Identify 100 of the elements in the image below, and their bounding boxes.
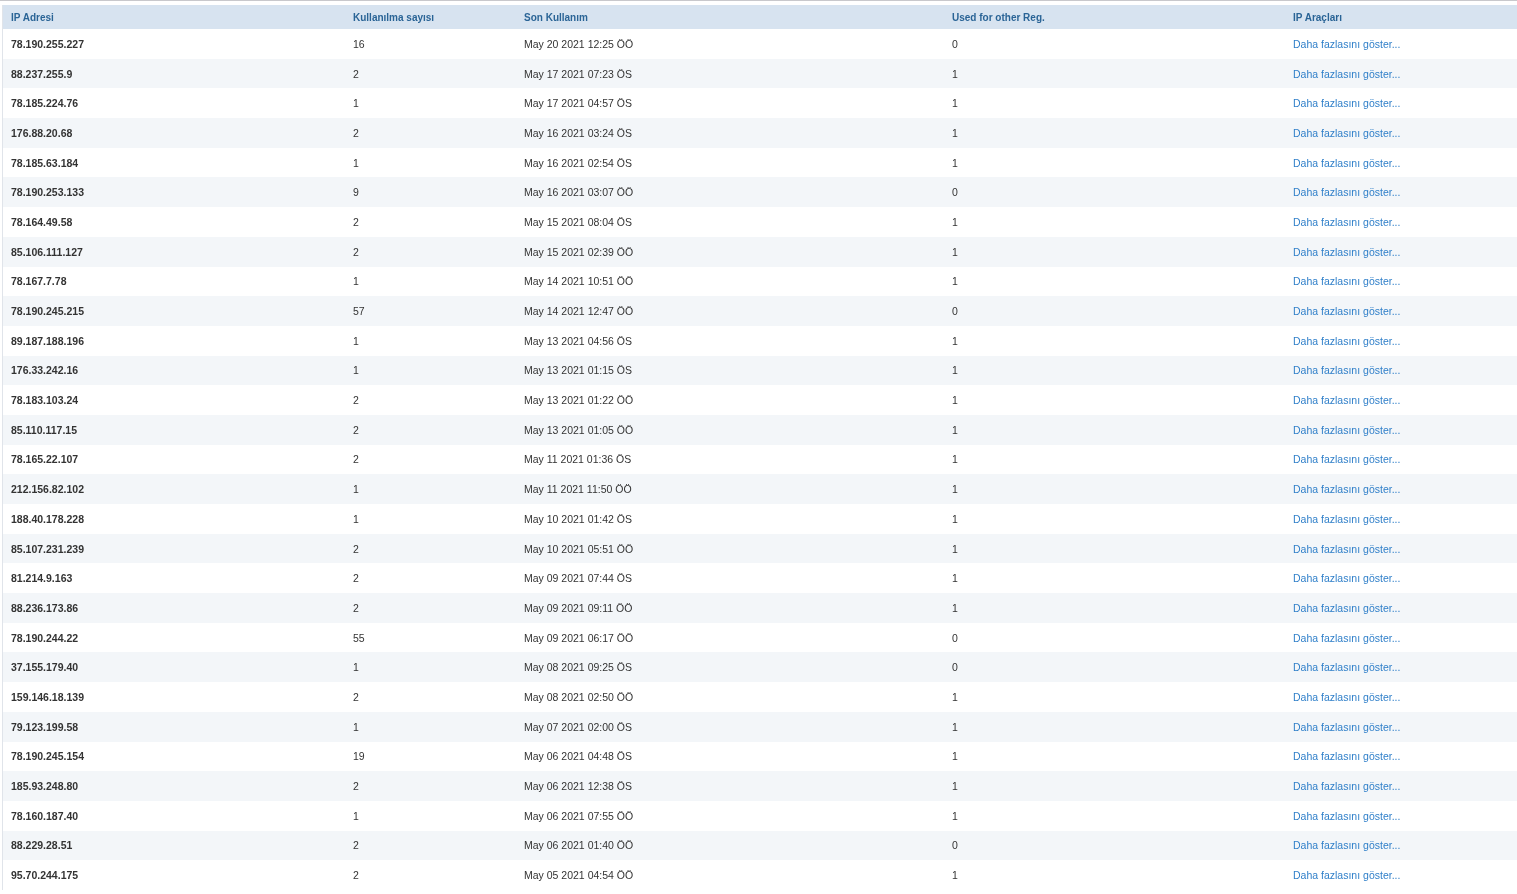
ip-address-cell-text: 78.190.253.133	[10, 186, 84, 199]
last-used-cell-text: May 09 2021 09:11 ÖÖ	[523, 601, 633, 614]
other-reg-cell-text: 0	[951, 661, 958, 674]
ip-address-cell-text: 81.214.9.163	[10, 572, 73, 585]
other-reg-cell-text: 1	[951, 780, 958, 793]
usage-count-cell-text: 1	[352, 512, 359, 525]
last-used-cell-text: May 06 2021 01:40 ÖÖ	[523, 839, 634, 852]
other-reg-cell-text: 1	[951, 97, 958, 110]
other-reg-cell-text: 1	[951, 156, 958, 169]
show-more-link[interactable]: Daha fazlasını göster...	[1293, 67, 1401, 80]
ip-address-cell-text: 176.88.20.68	[10, 126, 73, 139]
last-used-cell-text: May 16 2021 02:54 ÖS	[523, 156, 632, 169]
other-reg-cell-text: 0	[951, 186, 958, 199]
show-more-link[interactable]: Daha fazlasını göster...	[1293, 305, 1401, 318]
last-used-cell-text: May 10 2021 05:51 ÖÖ	[523, 542, 634, 555]
other-reg-cell-text: 0	[951, 37, 958, 50]
last-used-cell-text: May 11 2021 11:50 ÖÖ	[523, 483, 632, 496]
usage-count-cell-text: 57	[352, 305, 365, 318]
ip-address-cell-text: 78.190.244.22	[10, 631, 79, 644]
other-reg-cell-text: 1	[951, 601, 958, 614]
usage-count-cell-text: 2	[352, 601, 359, 614]
show-more-link[interactable]: Daha fazlasını göster...	[1293, 156, 1401, 169]
ip-address-cell-text: 159.146.18.139	[10, 690, 84, 703]
last-used-cell-text: May 13 2021 01:05 ÖÖ	[523, 423, 634, 436]
show-more-link[interactable]: Daha fazlasını göster...	[1293, 661, 1401, 674]
last-used-cell-text: May 05 2021 04:54 ÖÖ	[523, 869, 634, 882]
other-reg-cell-text: 0	[951, 305, 958, 318]
usage-count-cell-text: 2	[352, 839, 359, 852]
last-used-cell-text: May 06 2021 04:48 ÖS	[523, 750, 632, 763]
ip-address-cell-text: 176.33.242.16	[10, 364, 79, 377]
show-more-link[interactable]: Daha fazlasını göster...	[1293, 869, 1401, 882]
show-more-link[interactable]: Daha fazlasını göster...	[1293, 601, 1401, 614]
show-more-link[interactable]: Daha fazlasını göster...	[1293, 809, 1401, 822]
usage-count-cell-text: 2	[352, 67, 359, 80]
show-more-link[interactable]: Daha fazlasını göster...	[1293, 512, 1401, 525]
ip-address-cell-text: 78.160.187.40	[10, 809, 79, 822]
last-used-cell-text: May 09 2021 07:44 ÖS	[523, 572, 632, 585]
usage-count-cell-text: 1	[352, 661, 359, 674]
usage-count-cell-text: 1	[352, 483, 359, 496]
show-more-link[interactable]: Daha fazlasını göster...	[1293, 839, 1401, 852]
show-more-link[interactable]: Daha fazlasını göster...	[1293, 780, 1401, 793]
usage-count-cell-text: 55	[352, 631, 365, 644]
ip-address-cell-text: 78.190.245.154	[10, 750, 84, 763]
other-reg-cell-text: 1	[951, 364, 958, 377]
usage-count-cell-text: 2	[352, 215, 359, 228]
last-used-cell-text: May 17 2021 07:23 ÖS	[523, 67, 632, 80]
show-more-link[interactable]: Daha fazlasını göster...	[1293, 364, 1401, 377]
last-used-cell-text: May 16 2021 03:07 ÖÖ	[523, 186, 634, 199]
last-used-cell-text: May 15 2021 02:39 ÖÖ	[523, 245, 634, 258]
other-reg-cell-text: 1	[951, 126, 958, 139]
show-more-link[interactable]: Daha fazlasını göster...	[1293, 720, 1401, 733]
ip-address-cell-text: 79.123.199.58	[10, 720, 79, 733]
usage-count-cell-text: 2	[352, 690, 359, 703]
usage-count-cell-text: 2	[352, 394, 359, 407]
show-more-link[interactable]: Daha fazlasını göster...	[1293, 186, 1401, 199]
ip-address-cell-text: 85.107.231.239	[10, 542, 84, 555]
show-more-link[interactable]: Daha fazlasını göster...	[1293, 275, 1401, 288]
last-used-cell-text: May 06 2021 07:55 ÖÖ	[523, 809, 634, 822]
ip-address-cell-text: 188.40.178.228	[10, 512, 84, 525]
usage-count-cell-text: 2	[352, 423, 359, 436]
show-more-link[interactable]: Daha fazlasını göster...	[1293, 631, 1401, 644]
show-more-link[interactable]: Daha fazlasını göster...	[1293, 542, 1401, 555]
ip-address-cell-text: 37.155.179.40	[10, 661, 79, 674]
other-reg-cell-text: 1	[951, 275, 958, 288]
show-more-link[interactable]: Daha fazlasını göster...	[1293, 690, 1401, 703]
ip-address-cell-text: 212.156.82.102	[10, 483, 84, 496]
other-reg-cell-text: 1	[951, 572, 958, 585]
other-reg-cell-text: 1	[951, 809, 958, 822]
show-more-link[interactable]: Daha fazlasını göster...	[1293, 750, 1401, 763]
column-header: Son Kullanım	[523, 11, 588, 23]
last-used-cell-text: May 06 2021 12:38 ÖS	[523, 780, 632, 793]
ip-address-cell-text: 78.183.103.24	[10, 394, 79, 407]
other-reg-cell-text: 1	[951, 67, 958, 80]
show-more-link[interactable]: Daha fazlasını göster...	[1293, 37, 1401, 50]
usage-count-cell-text: 1	[352, 275, 359, 288]
show-more-link[interactable]: Daha fazlasını göster...	[1293, 572, 1401, 585]
other-reg-cell-text: 1	[951, 245, 958, 258]
ip-address-cell-text: 78.185.63.184	[10, 156, 79, 169]
show-more-link[interactable]: Daha fazlasını göster...	[1293, 215, 1401, 228]
ip-address-cell-text: 78.164.49.58	[10, 215, 73, 228]
usage-count-cell-text: 9	[352, 186, 359, 199]
show-more-link[interactable]: Daha fazlasını göster...	[1293, 394, 1401, 407]
last-used-cell-text: May 14 2021 10:51 ÖÖ	[523, 275, 634, 288]
ip-address-cell-text: 88.236.173.86	[10, 601, 79, 614]
show-more-link[interactable]: Daha fazlasını göster...	[1293, 453, 1401, 466]
show-more-link[interactable]: Daha fazlasını göster...	[1293, 245, 1401, 258]
other-reg-cell-text: 1	[951, 512, 958, 525]
other-reg-cell-text: 0	[951, 631, 958, 644]
ip-address-cell-text: 85.106.111.127	[10, 245, 83, 258]
show-more-link[interactable]: Daha fazlasını göster...	[1293, 97, 1401, 110]
show-more-link[interactable]: Daha fazlasını göster...	[1293, 334, 1401, 347]
last-used-cell-text: May 08 2021 09:25 ÖS	[523, 661, 632, 674]
other-reg-cell-text: 1	[951, 750, 958, 763]
usage-count-cell-text: 1	[352, 97, 359, 110]
ip-address-cell-text: 89.187.188.196	[10, 334, 84, 347]
show-more-link[interactable]: Daha fazlasını göster...	[1293, 423, 1401, 436]
other-reg-cell-text: 1	[951, 869, 958, 882]
show-more-link[interactable]: Daha fazlasını göster...	[1293, 126, 1401, 139]
usage-count-cell-text: 2	[352, 869, 359, 882]
show-more-link[interactable]: Daha fazlasını göster...	[1293, 483, 1401, 496]
